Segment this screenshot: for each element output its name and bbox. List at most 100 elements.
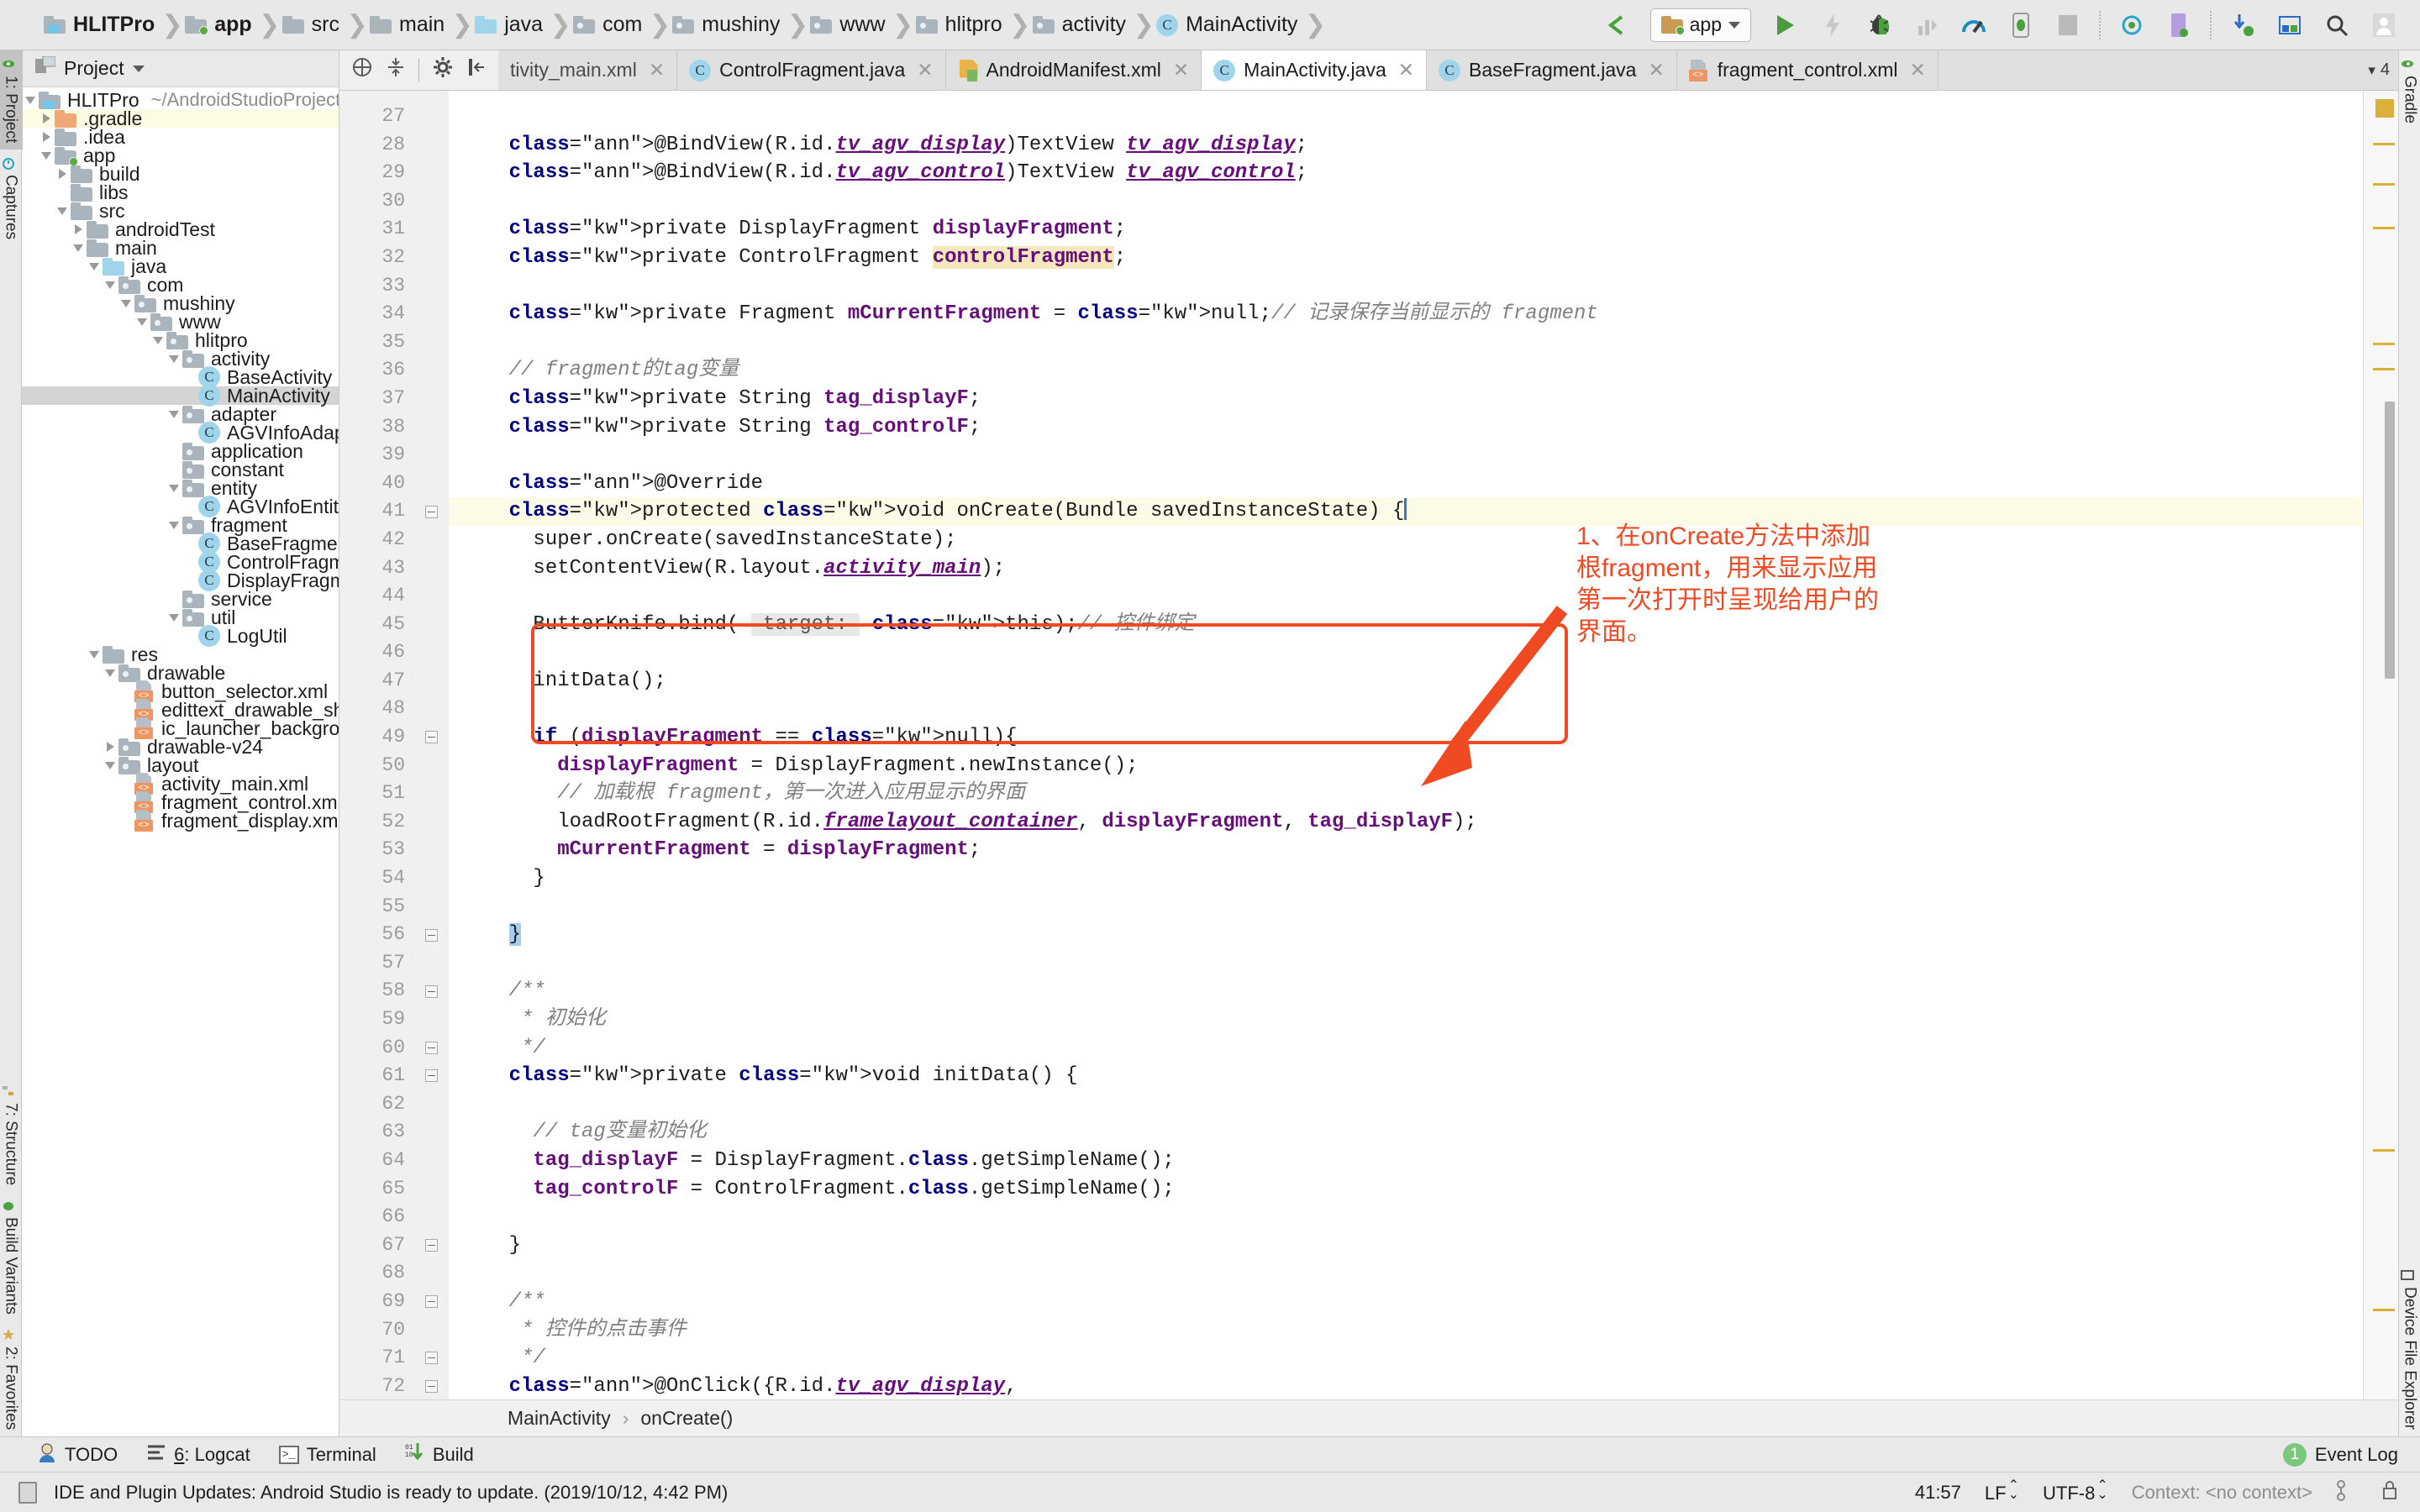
fold-marker[interactable] — [413, 1062, 449, 1090]
code-line[interactable]: // tag变量初始化 — [449, 1118, 2363, 1147]
sidebar-item-structure[interactable]: 7: Structure — [0, 1078, 23, 1192]
tree-node--idea[interactable]: .idea — [22, 126, 339, 148]
encoding-label[interactable]: UTF-8 — [2043, 1483, 2095, 1504]
fold-marker[interactable] — [413, 1231, 449, 1260]
tree-node-www[interactable]: www — [22, 311, 339, 333]
fold-gutter[interactable] — [413, 91, 449, 1399]
code-line[interactable]: /** — [449, 977, 2363, 1005]
breadcrumb-item-java[interactable]: java — [475, 0, 548, 50]
code-line[interactable]: * 初始化 — [449, 1005, 2363, 1034]
chevron-down-icon[interactable] — [70, 244, 87, 252]
avd-manager-icon[interactable] — [2163, 9, 2195, 41]
tree-node-androidtest[interactable]: androidTest — [22, 218, 339, 240]
breadcrumb-item-hlitpro[interactable]: HLITPro — [44, 0, 160, 50]
sidebar-item-device-file-explorer[interactable]: Device File Explorer — [2398, 1262, 2420, 1436]
editor-tab-androidmanifest-xml[interactable]: AndroidManifest.xml ✕ — [946, 50, 1202, 90]
sync-project-icon[interactable] — [1600, 9, 1632, 41]
device-icon[interactable] — [2005, 9, 2037, 41]
close-icon[interactable]: ✕ — [649, 59, 665, 81]
breadcrumb-item-mushiny[interactable]: mushiny — [672, 0, 785, 50]
code-line[interactable] — [449, 1259, 2363, 1288]
code-line[interactable]: */ — [449, 1034, 2363, 1063]
breadcrumb-item-www[interactable]: www — [810, 0, 890, 50]
code-line[interactable]: class="kw">private Fragment mCurrentFrag… — [449, 300, 2363, 328]
tool-window-todo[interactable]: TODO — [37, 1441, 118, 1468]
tree-node-build[interactable]: build — [22, 163, 339, 185]
close-icon[interactable]: ✕ — [1648, 59, 1664, 81]
code-line[interactable]: class="ann">@BindView(R.id.tv_agv_contro… — [449, 159, 2363, 187]
code-line[interactable] — [449, 893, 2363, 921]
tree-node-main[interactable]: main — [22, 237, 339, 259]
sidebar-item-build-variants[interactable]: Build Variants — [0, 1192, 23, 1321]
fold-marker[interactable] — [413, 1288, 449, 1316]
chevron-down-icon[interactable] — [102, 281, 118, 289]
fold-marker[interactable] — [413, 1034, 449, 1063]
tree-node-fragment-display-xml[interactable]: <> fragment_display.xml — [22, 810, 339, 832]
breadcrumb-item-hlitpro[interactable]: hlitpro — [915, 0, 1007, 50]
tree-node-logutil[interactable]: C LogUtil — [22, 625, 339, 647]
fold-marker[interactable] — [413, 723, 449, 752]
chevron-right-icon[interactable] — [70, 224, 87, 234]
sidebar-item-gradle[interactable]: Gradle — [2398, 50, 2420, 130]
line-separator-label[interactable]: LF — [1985, 1483, 2007, 1504]
code-line[interactable] — [449, 949, 2363, 978]
profiler-icon[interactable] — [1958, 9, 1990, 41]
code-line[interactable]: class="ann">@BindView(R.id.tv_agv_displa… — [449, 131, 2363, 160]
code-line[interactable]: class="kw">private String tag_displayF; — [449, 385, 2363, 413]
run-configuration-selector[interactable]: app — [1649, 8, 1751, 42]
code-line[interactable]: tag_displayF = DisplayFragment.class.get… — [449, 1147, 2363, 1175]
tool-window-terminal[interactable]: >_ Terminal — [278, 1444, 376, 1466]
chevron-down-icon[interactable] — [22, 96, 39, 104]
tree-node-hlitpro[interactable]: HLITPro~/AndroidStudioProjects/HLITPro — [22, 89, 339, 111]
code-line[interactable]: tag_controlF = ControlFragment.class.get… — [449, 1175, 2363, 1204]
chevron-down-icon[interactable] — [38, 151, 55, 160]
breadcrumb-item-com[interactable]: com — [573, 0, 647, 50]
run-coverage-icon[interactable] — [1911, 9, 1943, 41]
code-line[interactable]: /** — [449, 1288, 2363, 1316]
code-editor[interactable]: 27 28 29 30 31 32 33 34 35 36 37 38 39 40 41 42 43 44 45 46… — [339, 91, 2398, 1399]
project-tree[interactable]: HLITPro~/AndroidStudioProjects/HLITPro.g… — [22, 87, 339, 1436]
code-line[interactable]: class="kw">private DisplayFragment displ… — [449, 215, 2363, 244]
code-line[interactable] — [449, 441, 2363, 470]
tool-window-logcat[interactable]: 6: Logcat — [146, 1443, 250, 1467]
code-line[interactable]: loadRootFragment(R.id.framelayout_contai… — [449, 808, 2363, 837]
apply-changes-icon[interactable] — [1817, 9, 1849, 41]
chevron-down-icon[interactable] — [166, 484, 182, 492]
code-line[interactable]: super.onCreate(savedInstanceState); — [449, 526, 2363, 554]
code-line[interactable]: // fragment的tag变量 — [449, 356, 2363, 385]
code-line[interactable]: } — [449, 1231, 2363, 1260]
code-line[interactable]: class="ann">@Override — [449, 470, 2363, 498]
close-icon[interactable]: ✕ — [1398, 59, 1414, 81]
code-line[interactable]: class="kw">protected class="kw">void onC… — [449, 497, 2363, 526]
breadcrumb-class[interactable]: MainActivity — [508, 1407, 611, 1430]
status-memory-icon[interactable] — [18, 1481, 37, 1504]
stop-button[interactable] — [2052, 9, 2084, 41]
chevron-down-icon[interactable] — [102, 669, 118, 677]
fold-marker[interactable] — [413, 1373, 449, 1399]
chevron-right-icon[interactable] — [102, 742, 118, 752]
tree-node--gradle[interactable]: .gradle — [22, 108, 339, 129]
chevron-down-icon[interactable] — [150, 336, 166, 344]
code-line[interactable]: setContentView(R.layout.activity_main); — [449, 554, 2363, 583]
code-line[interactable]: class="kw">private ControlFragment contr… — [449, 244, 2363, 272]
code-line[interactable] — [449, 1090, 2363, 1119]
code-line[interactable] — [449, 1203, 2363, 1231]
collapse-all-icon[interactable] — [387, 56, 405, 84]
fold-marker[interactable] — [413, 1344, 449, 1373]
event-log-button[interactable]: 1 Event Log — [2282, 1442, 2420, 1467]
tool-window-build[interactable]: 01 10 Build — [405, 1441, 474, 1468]
sidebar-item-project[interactable]: 1: Project — [0, 50, 23, 150]
chevron-down-icon[interactable] — [132, 65, 145, 72]
chevron-updown-icon[interactable]: ⌃ ⌄ — [2096, 1478, 2107, 1501]
breadcrumb-item-main[interactable]: main — [370, 0, 450, 50]
fold-marker[interactable] — [413, 977, 449, 1005]
code-line[interactable]: * 控件的点击事件 — [449, 1316, 2363, 1345]
tree-node-application[interactable]: application — [22, 440, 339, 462]
sidebar-item-captures[interactable]: Captures — [0, 150, 23, 246]
sync-gradle-icon[interactable] — [2116, 9, 2148, 41]
tree-node-libs[interactable]: libs — [22, 181, 339, 203]
hide-icon[interactable] — [468, 57, 487, 83]
breadcrumb-item-mainactivity[interactable]: C MainActivity — [1156, 0, 1302, 50]
chevron-down-icon[interactable] — [86, 262, 103, 270]
editor-tab-tivity-main-xml[interactable]: tivity_main.xml ✕ — [498, 50, 678, 90]
